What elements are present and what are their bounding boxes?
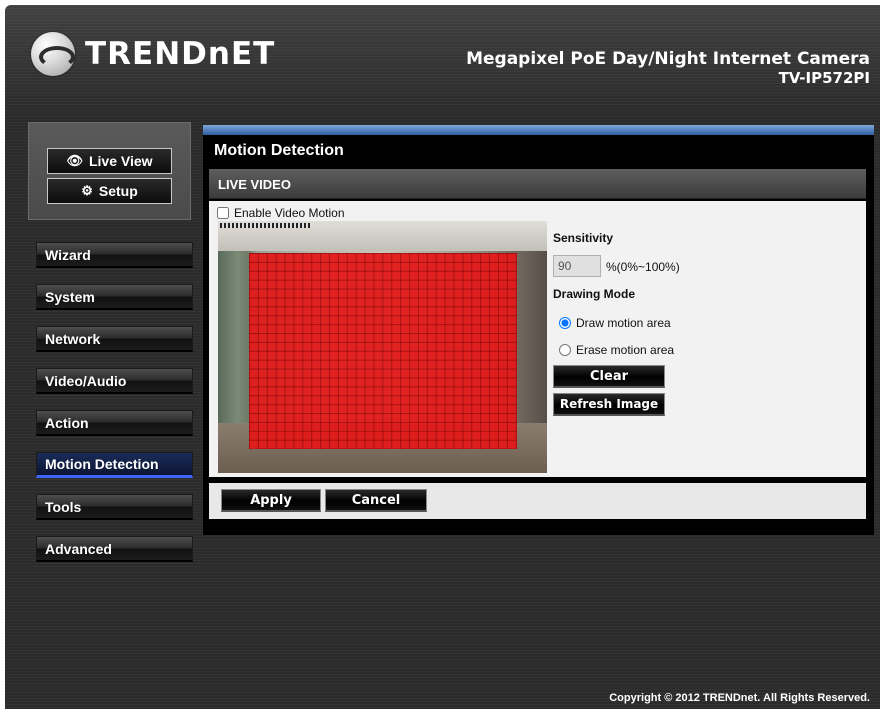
- clear-button[interactable]: Clear: [553, 365, 665, 388]
- draw-motion-area-label: Draw motion area: [576, 316, 671, 330]
- nav-item-video-audio[interactable]: Video/Audio: [36, 368, 193, 394]
- main-top-bar: [203, 125, 874, 135]
- action-bar: Apply Cancel: [209, 483, 866, 519]
- sensitivity-input[interactable]: [553, 255, 601, 277]
- trendnet-logo-icon: [31, 32, 75, 76]
- nav-item-advanced[interactable]: Advanced: [36, 536, 193, 562]
- product-model: TV-IP572PI: [778, 69, 870, 87]
- erase-motion-area-option[interactable]: Erase motion area: [559, 343, 674, 357]
- nav-item-tools[interactable]: Tools: [36, 494, 193, 520]
- motion-settings-content: Enable Video Motion Sensitivity %(0%~100…: [209, 201, 866, 477]
- motion-area-grid[interactable]: [249, 253, 517, 449]
- eye-icon: 👁: [66, 153, 83, 168]
- logo-text: TRENDnET: [85, 36, 276, 72]
- sensitivity-range: %(0%~100%): [606, 260, 680, 274]
- nav-item-action[interactable]: Action: [36, 410, 193, 436]
- gears-icon: ⚙: [81, 183, 93, 198]
- main-panel: Motion Detection LIVE VIDEO Enable Video…: [203, 125, 874, 535]
- nav-item-wizard[interactable]: Wizard: [36, 242, 193, 268]
- apply-button[interactable]: Apply: [221, 489, 321, 512]
- erase-motion-area-label: Erase motion area: [576, 343, 675, 357]
- section-title: LIVE VIDEO: [218, 177, 291, 192]
- live-video-preview[interactable]: [218, 221, 547, 473]
- live-view-button[interactable]: 👁 Live View: [47, 148, 172, 174]
- nav-item-network[interactable]: Network: [36, 326, 193, 352]
- copyright-text: Copyright © 2012 TRENDnet. All Rights Re…: [609, 692, 870, 704]
- enable-video-motion-label: Enable Video Motion: [234, 206, 345, 220]
- cancel-button[interactable]: Cancel: [325, 489, 427, 512]
- page-title: Motion Detection: [214, 142, 344, 159]
- nav-item-motion-detection[interactable]: Motion Detection: [36, 452, 193, 478]
- enable-video-motion-checkbox[interactable]: [217, 207, 229, 219]
- drawing-mode-label: Drawing Mode: [553, 287, 636, 301]
- refresh-image-button[interactable]: Refresh Image: [553, 393, 665, 416]
- draw-motion-area-radio[interactable]: [559, 317, 571, 329]
- live-view-label: Live View: [88, 153, 153, 169]
- setup-label: Setup: [98, 183, 138, 199]
- erase-motion-area-radio[interactable]: [559, 344, 571, 356]
- trendnet-logo: TRENDnET: [31, 32, 275, 76]
- nav-item-system[interactable]: System: [36, 284, 193, 310]
- enable-video-motion-row[interactable]: Enable Video Motion: [217, 206, 345, 220]
- draw-motion-area-option[interactable]: Draw motion area: [559, 316, 671, 330]
- sensitivity-label: Sensitivity: [553, 231, 614, 245]
- video-osd-timestamp: [220, 223, 310, 228]
- product-name: Megapixel PoE Day/Night Internet Camera: [466, 49, 870, 69]
- setup-button[interactable]: ⚙ Setup: [47, 178, 172, 204]
- app-frame: TRENDnET Megapixel PoE Day/Night Interne…: [5, 5, 880, 709]
- section-header: LIVE VIDEO: [209, 169, 866, 199]
- view-mode-panel: 👁 Live View ⚙ Setup: [28, 122, 191, 220]
